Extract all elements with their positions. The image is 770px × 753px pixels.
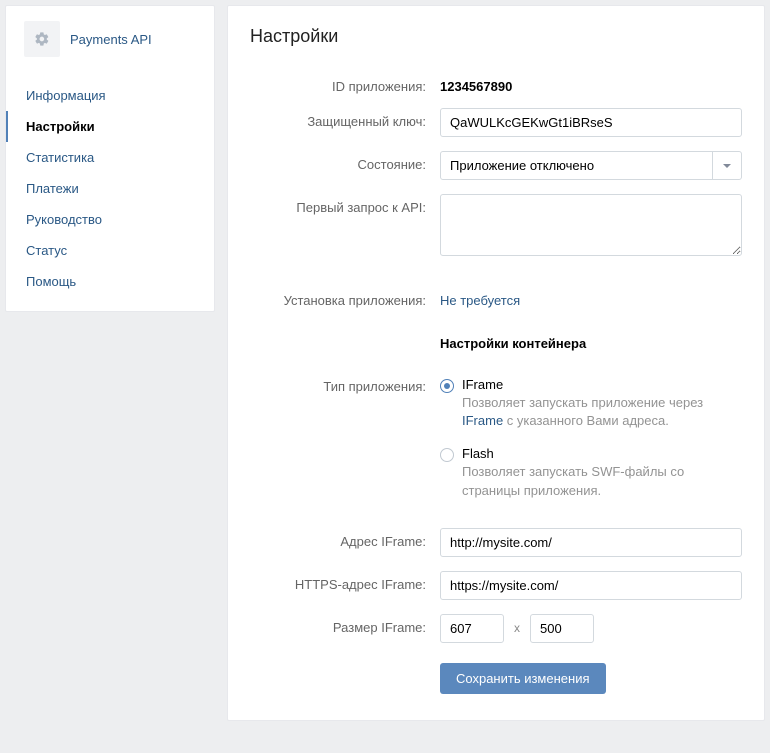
radio-flash[interactable] [440,448,454,462]
iframe-width-input[interactable] [440,614,504,643]
save-button[interactable]: Сохранить изменения [440,663,606,694]
gear-icon [24,21,60,57]
sidebar-item-guide[interactable]: Руководство [6,204,214,235]
radio-iframe[interactable] [440,379,454,393]
app-title: Payments API [70,32,152,47]
sidebar: Payments API Информация Настройки Статис… [5,5,215,312]
radio-iframe-desc: Позволяет запускать приложение через IFr… [462,394,742,430]
sidebar-item-stats[interactable]: Статистика [6,142,214,173]
iframe-desc-link[interactable]: IFrame [462,413,503,428]
container-heading: Настройки контейнера [440,336,742,351]
label-first-request: Первый запрос к API: [250,194,440,215]
sidebar-menu: Информация Настройки Статистика Платежи … [6,72,214,311]
label-secret: Защищенный ключ: [250,108,440,129]
sidebar-item-payments[interactable]: Платежи [6,173,214,204]
select-separator [712,152,713,179]
value-app-id: 1234567890 [440,73,742,94]
page-title: Настройки [250,26,742,47]
label-iframe-https: HTTPS-адрес IFrame: [250,571,440,592]
state-select-value: Приложение отключено [450,158,594,173]
iframe-addr-input[interactable] [440,528,742,557]
label-iframe-size: Размер IFrame: [250,614,440,635]
label-state: Состояние: [250,151,440,172]
state-select[interactable]: Приложение отключено [440,151,742,180]
label-install: Установка приложения: [250,287,440,308]
radio-flash-label: Flash [462,446,742,461]
radio-flash-desc: Позволяет запускать SWF-файлы со страниц… [462,463,742,499]
iframe-height-input[interactable] [530,614,594,643]
radio-iframe-label: IFrame [462,377,742,392]
secret-input[interactable] [440,108,742,137]
label-iframe-addr: Адрес IFrame: [250,528,440,549]
sidebar-item-settings[interactable]: Настройки [6,111,214,142]
label-app-type: Тип приложения: [250,377,440,394]
label-app-id: ID приложения: [250,73,440,94]
sidebar-item-status[interactable]: Статус [6,235,214,266]
sidebar-header: Payments API [6,6,214,72]
sidebar-item-info[interactable]: Информация [6,80,214,111]
app-type-radio-group: IFrame Позволяет запускать приложение че… [440,377,742,500]
iframe-https-input[interactable] [440,571,742,600]
install-link[interactable]: Не требуется [440,293,520,308]
size-separator: x [514,621,520,635]
first-request-textarea[interactable] [440,194,742,256]
sidebar-item-help[interactable]: Помощь [6,266,214,297]
main-panel: Настройки ID приложения: 1234567890 Защи… [227,5,765,721]
